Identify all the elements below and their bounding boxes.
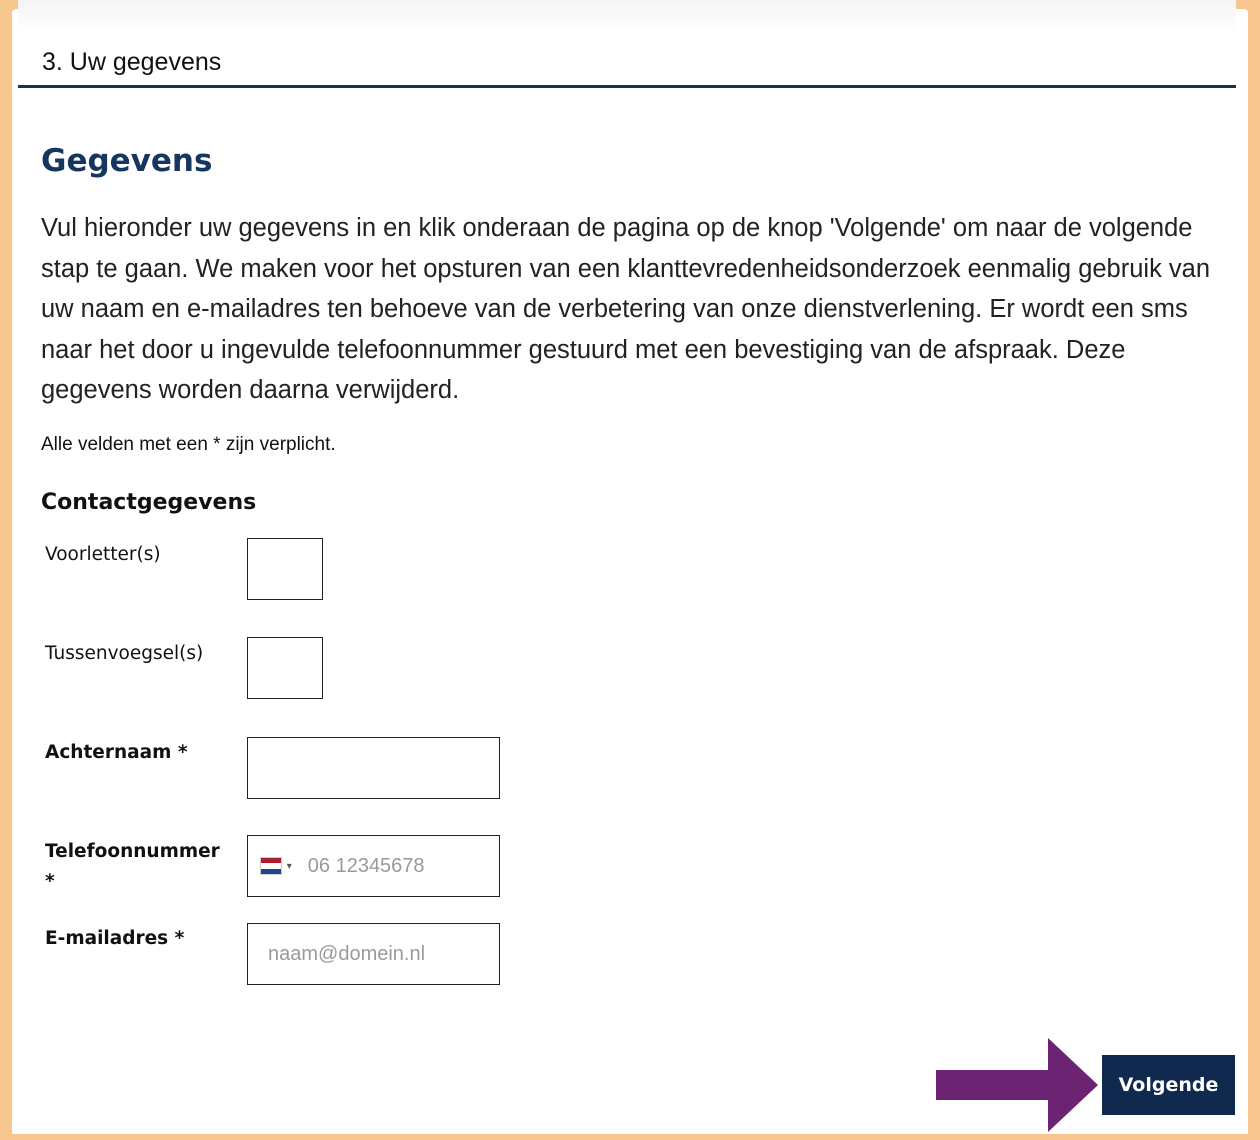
surname-field-wrapper [247,737,500,799]
country-dropdown-caret-icon[interactable]: ▾ [287,861,292,872]
step-title: 3. Uw gegevens [42,48,222,76]
intro-text: Vul hieronder uw gegevens in en klik ond… [41,214,1211,404]
surname-field[interactable] [248,738,499,798]
page-title: Gegevens [41,143,213,179]
email-field[interactable] [248,924,499,984]
initials-label: Voorletter(s) [45,544,161,565]
infix-field[interactable] [248,638,322,698]
initials-field-wrapper [247,538,323,600]
required-fields-note: Alle velden met een * zijn verplicht. [41,434,336,455]
next-button[interactable]: Volgende [1102,1055,1235,1115]
netherlands-flag-icon[interactable] [260,857,282,875]
email-field-wrapper [247,923,500,985]
phone-field[interactable] [293,836,499,896]
email-label: E-mailadres * [45,928,185,949]
annotation-arrow-icon [936,1038,1098,1132]
infix-label: Tussenvoegsel(s) [45,643,204,664]
surname-label: Achternaam * [45,742,188,763]
infix-field-wrapper [247,637,323,699]
phone-label: Telefoonnummer * [45,841,220,892]
phone-field-wrapper: ▾ [247,835,500,897]
section-title-contact: Contactgegevens [41,490,257,515]
initials-field[interactable] [248,539,322,599]
